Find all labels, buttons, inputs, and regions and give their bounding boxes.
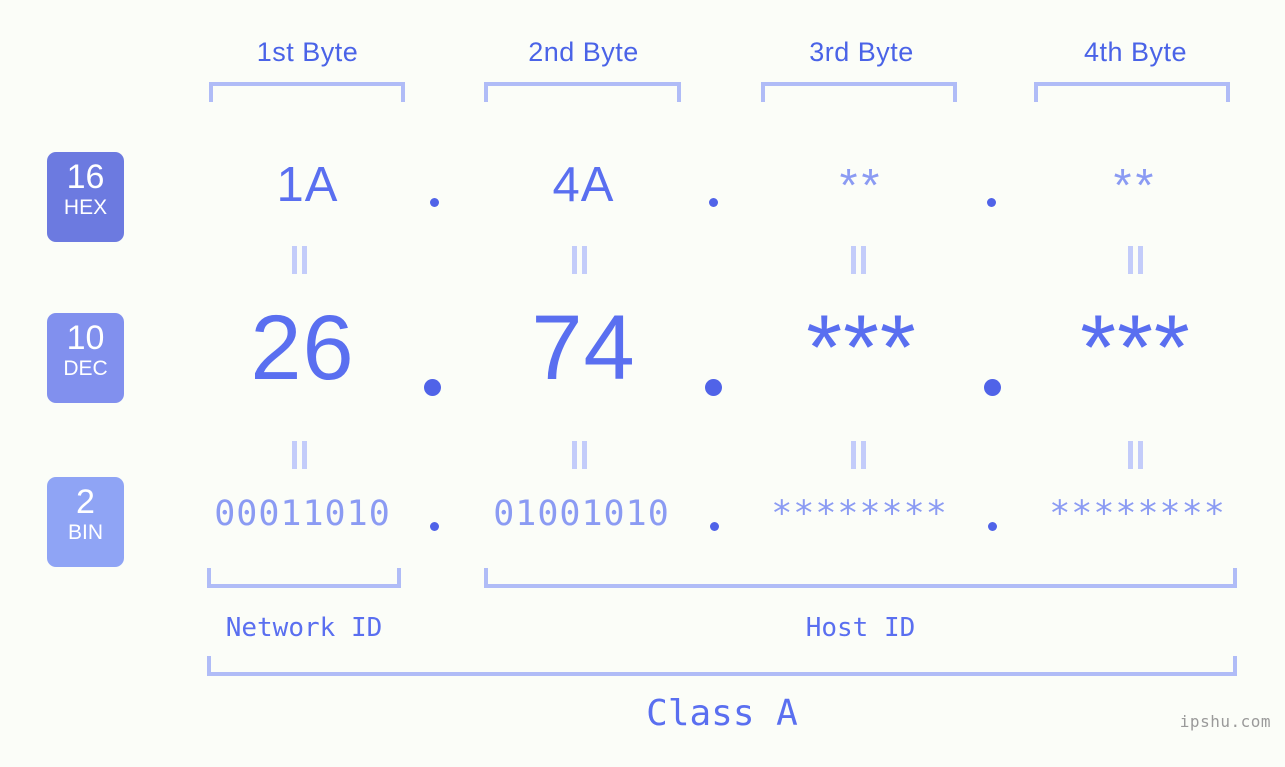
bin-byte-2: 01001010: [493, 494, 670, 534]
dec-separator-dot-3: [984, 379, 1001, 396]
equals-mark-dec-bin-2: [572, 441, 588, 469]
hex-separator-dot-3: [987, 198, 996, 207]
bin-separator-dot-1: [430, 522, 439, 531]
base-badge-hex-name: HEX: [63, 196, 108, 219]
hex-separator-dot-1: [430, 198, 439, 207]
equals-mark-dec-bin-1: [292, 441, 308, 469]
equals-mark-hex-dec-4: [1128, 246, 1144, 274]
byte-header-2: 2nd Byte: [528, 37, 639, 67]
class-label: Class A: [646, 693, 798, 734]
network-id-bracket: [207, 568, 401, 588]
byte-bracket-top-3: [761, 82, 957, 102]
base-badge-bin-name: BIN: [67, 521, 103, 544]
hex-byte-1: 1A: [276, 158, 339, 212]
network-id-label: Network ID: [225, 613, 383, 643]
byte-header-1: 1st Byte: [256, 37, 359, 67]
dec-byte-1: 26: [250, 297, 355, 399]
host-id-bracket: [484, 568, 1237, 588]
base-badge-dec-name: DEC: [63, 357, 108, 380]
base-badge-dec-number: 10: [66, 319, 105, 357]
class-bracket: [207, 656, 1237, 676]
hex-byte-2: 4A: [552, 158, 615, 212]
base-badge-hex: 16 HEX: [47, 152, 124, 242]
equals-mark-hex-dec-1: [292, 246, 308, 274]
dec-separator-dot-1: [424, 379, 441, 396]
hex-byte-3: **: [839, 159, 884, 211]
byte-bracket-top-4: [1034, 82, 1230, 102]
bin-byte-4: ********: [1049, 494, 1226, 534]
dec-byte-3: ***: [806, 297, 917, 399]
hex-byte-4: **: [1113, 159, 1158, 211]
equals-mark-dec-bin-4: [1128, 441, 1144, 469]
bin-byte-1: 00011010: [214, 494, 391, 534]
ip-breakdown-diagram: 1st Byte 2nd Byte 3rd Byte 4th Byte 16 H…: [0, 0, 1285, 767]
host-id-label: Host ID: [805, 613, 916, 643]
bin-separator-dot-3: [988, 522, 997, 531]
equals-mark-hex-dec-2: [572, 246, 588, 274]
dec-byte-4: ***: [1080, 297, 1191, 399]
byte-header-4: 4th Byte: [1083, 37, 1188, 67]
site-watermark: ipshu.com: [1179, 712, 1271, 731]
byte-header-3: 3rd Byte: [809, 37, 914, 67]
equals-mark-dec-bin-3: [851, 441, 867, 469]
bin-byte-3: ********: [771, 494, 948, 534]
hex-separator-dot-2: [709, 198, 718, 207]
base-badge-bin-number: 2: [76, 483, 95, 521]
bin-separator-dot-2: [710, 522, 719, 531]
base-badge-bin: 2 BIN: [47, 477, 124, 567]
base-badge-hex-number: 16: [66, 158, 105, 196]
dec-byte-2: 74: [531, 297, 636, 399]
equals-mark-hex-dec-3: [851, 246, 867, 274]
byte-bracket-top-1: [209, 82, 405, 102]
base-badge-dec: 10 DEC: [47, 313, 124, 403]
dec-separator-dot-2: [705, 379, 722, 396]
byte-bracket-top-2: [484, 82, 681, 102]
